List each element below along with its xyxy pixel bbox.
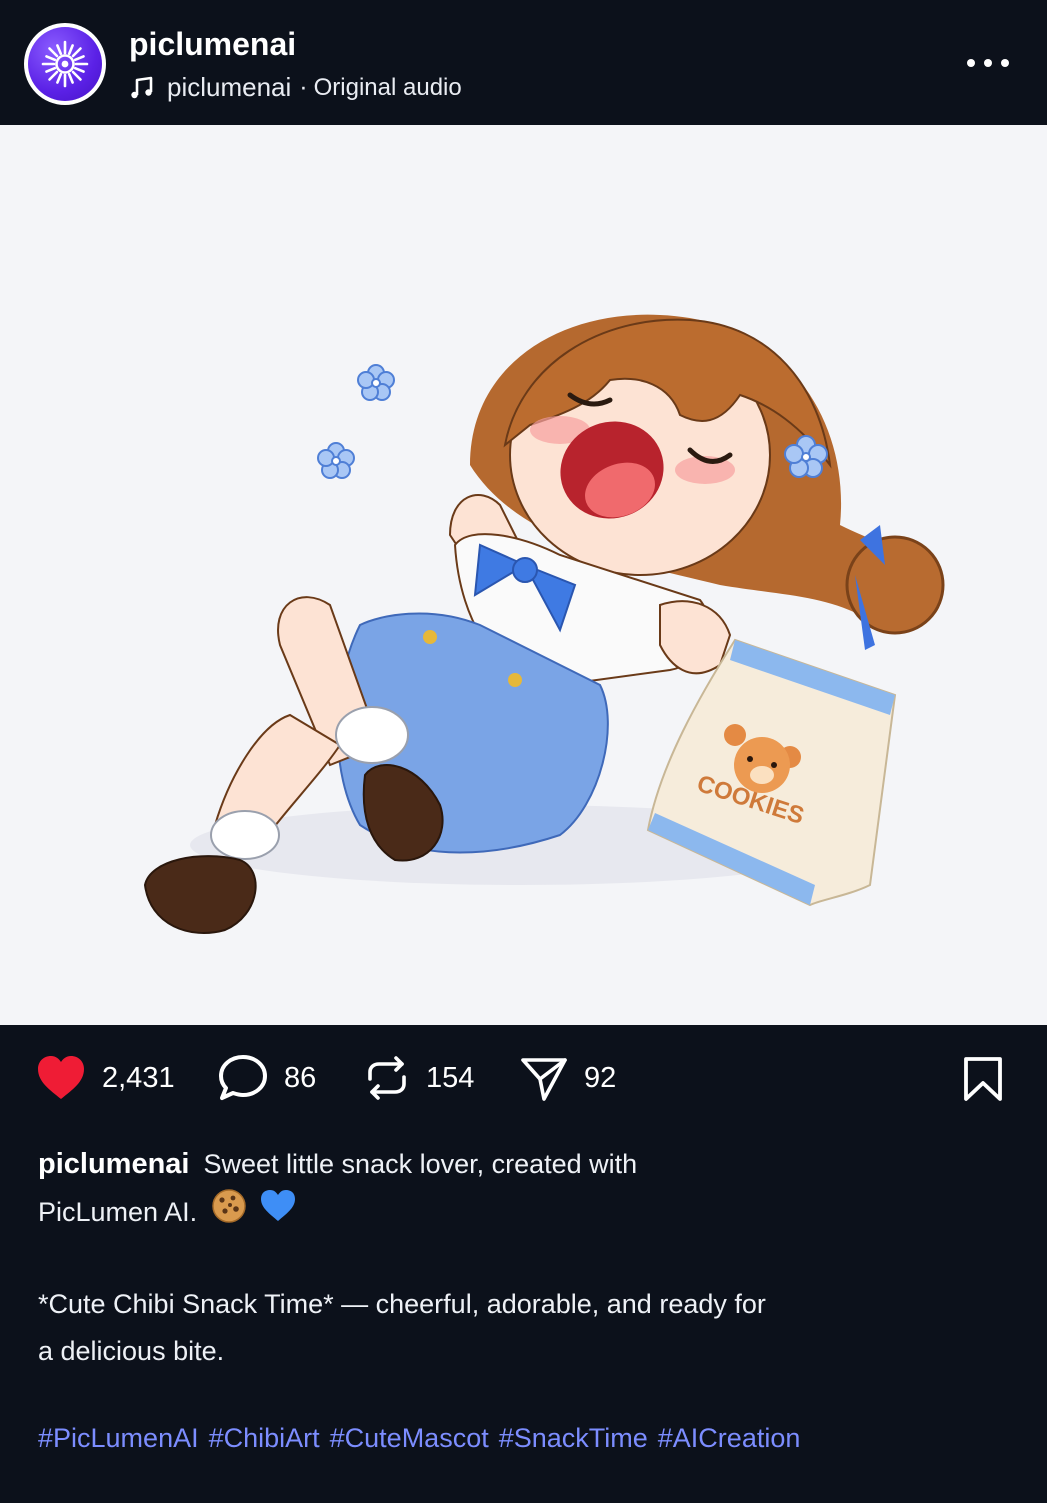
- send-icon: [521, 1058, 567, 1101]
- avatar[interactable]: [24, 23, 106, 105]
- comment-count: 86: [284, 1061, 317, 1094]
- more-icon[interactable]: [967, 50, 1009, 76]
- repost-count: 154: [426, 1061, 475, 1094]
- repost-icon: [368, 1056, 406, 1100]
- action-bar: 2,431 86 154 92: [0, 1040, 1047, 1120]
- share-button[interactable]: 92: [520, 1054, 616, 1102]
- share-count: 92: [584, 1061, 617, 1094]
- avatar-logo: [28, 27, 102, 101]
- music-note-icon: [131, 76, 153, 98]
- comment-icon: [219, 1055, 267, 1100]
- hashtag[interactable]: #AICreation: [658, 1423, 801, 1453]
- hashtag[interactable]: #SnackTime: [499, 1423, 648, 1453]
- caption-description: *Cute Chibi Snack Time* — cheerful, ador…: [38, 1289, 766, 1366]
- caption-username[interactable]: piclumenai: [38, 1148, 190, 1180]
- audio-info[interactable]: piclumenai · Original audio: [129, 72, 462, 103]
- audio-separator: ·: [299, 73, 308, 101]
- like-button[interactable]: 2,431: [36, 1054, 175, 1102]
- cookie-emoji: [211, 1188, 247, 1239]
- repost-button[interactable]: 154: [364, 1054, 474, 1102]
- chibi-illustration: COOKIES: [143, 314, 945, 934]
- like-count: 2,431: [102, 1061, 175, 1094]
- post-username[interactable]: piclumenai: [129, 26, 296, 63]
- bookmark-icon: [964, 1057, 1002, 1101]
- hashtags: #PicLumenAI #ChibiArt #CuteMascot #SnackTim…: [38, 1423, 810, 1454]
- audio-label: Original audio: [313, 73, 462, 101]
- audio-account: piclumenai: [167, 72, 292, 102]
- post-image[interactable]: COOKIES: [0, 125, 1047, 1025]
- hashtag[interactable]: #ChibiArt: [209, 1423, 320, 1453]
- hashtag[interactable]: #PicLumenAI: [38, 1423, 199, 1453]
- comment-button[interactable]: 86: [218, 1054, 316, 1102]
- hashtag[interactable]: #CuteMascot: [330, 1423, 489, 1453]
- caption: piclumenai Sweet little snack lover, crea…: [38, 1140, 758, 1239]
- bookmark-button[interactable]: [963, 1056, 1003, 1107]
- post-header: piclumenai piclumenai · Original audio: [0, 0, 1047, 125]
- blue-heart-emoji: [260, 1189, 296, 1238]
- heart-icon: [38, 1056, 84, 1099]
